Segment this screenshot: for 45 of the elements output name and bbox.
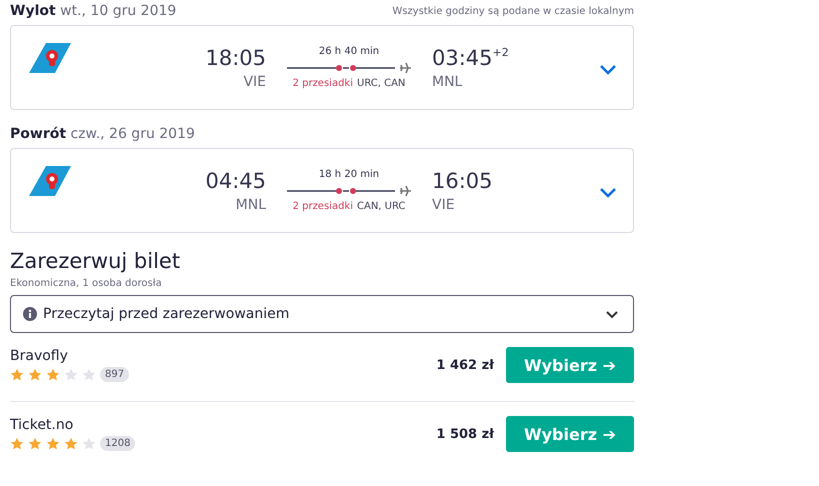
departure-time: 04:45 xyxy=(204,168,266,192)
airline-tail-logo xyxy=(29,43,71,73)
flight-duration: 18 h 20 min xyxy=(318,169,380,180)
departure-time: 18:05 xyxy=(204,46,266,70)
price: 1 508 zł xyxy=(436,426,494,442)
star-icon xyxy=(64,436,78,450)
expand-chevron-icon[interactable] xyxy=(599,187,617,199)
leg-heading: Powrót czw., 26 gru 2019 xyxy=(10,126,195,142)
stopover-airports: URC, CAN xyxy=(357,78,406,89)
star-icon xyxy=(10,368,24,382)
provider-name: Ticket.no xyxy=(10,417,74,433)
star-icon xyxy=(82,436,96,450)
expand-chevron-icon[interactable] xyxy=(599,64,617,76)
stops-count: 2 przesiadki xyxy=(292,78,353,89)
flight-duration: 26 h 40 min xyxy=(318,46,380,57)
star-icon xyxy=(46,436,60,450)
arrival-time: 16:05 xyxy=(432,168,493,192)
star-icon xyxy=(64,368,78,382)
fare-summary: Ekonomiczna, 1 osoba dorosła xyxy=(10,278,163,289)
star-icon xyxy=(28,436,42,450)
airport-code: MNL xyxy=(432,74,464,90)
review-count: 897 xyxy=(100,367,130,382)
arrival-time: 03:45 xyxy=(432,46,493,70)
section-title: Zarezerwuj bilet xyxy=(10,249,182,273)
airline-tail-logo xyxy=(29,166,71,196)
airport-code: VIE xyxy=(242,74,266,90)
info-icon xyxy=(23,307,37,321)
airport-code: MNL xyxy=(234,196,266,212)
dropdown-label: Przeczytaj przed zarezerwowaniem xyxy=(43,306,290,322)
provider-name: Bravofly xyxy=(10,348,69,364)
airport-code: VIE xyxy=(432,196,456,212)
stopover-airports: CAN, URC xyxy=(357,201,406,212)
stops-count: 2 przesiadki xyxy=(292,201,353,212)
info-dropdown[interactable]: Przeczytaj przed zarezerwowaniem xyxy=(10,295,634,333)
price: 1 462 zł xyxy=(436,358,494,372)
leg-heading: Wylot wt., 10 gru 2019 xyxy=(10,3,176,19)
review-count: 1208 xyxy=(100,436,136,451)
star-icon xyxy=(82,368,96,382)
day-offset: +2 xyxy=(492,46,509,58)
star-icon xyxy=(28,368,42,382)
timezone-note: Wszystkie godziny są podane w czasie lokalnym xyxy=(392,6,634,17)
select-button[interactable]: Wybierz ➔ xyxy=(506,416,634,452)
select-button[interactable]: Wybierz ➔ xyxy=(506,347,634,383)
star-icon xyxy=(10,436,24,450)
star-icon xyxy=(46,368,60,382)
